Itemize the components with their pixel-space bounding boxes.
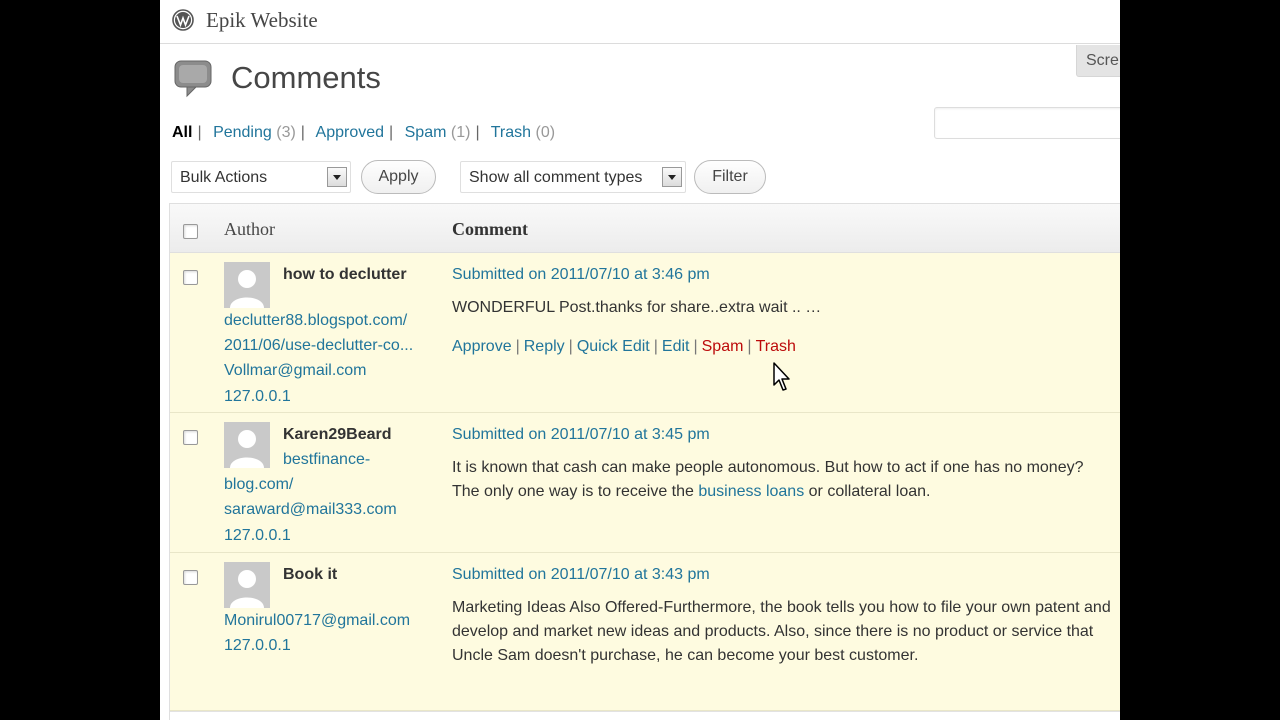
filter-label: Pending bbox=[213, 124, 272, 141]
row-actions: Approve | Reply | Quick Edit | Edit | Spam | Trash bbox=[452, 338, 796, 356]
table-row: how to declutter declutter88.blogspot.co… bbox=[170, 253, 1120, 413]
comments-page-icon bbox=[174, 60, 212, 98]
separator: | bbox=[197, 124, 202, 141]
filter-label: Spam bbox=[404, 124, 447, 141]
separator: | bbox=[653, 338, 658, 355]
author-name[interactable]: how to declutter bbox=[283, 266, 407, 284]
comment-text: WONDERFUL Post.thanks for share..extra w… bbox=[452, 299, 822, 316]
filter-approved[interactable]: Approved bbox=[316, 124, 385, 141]
separator: | bbox=[693, 338, 698, 355]
filter-all[interactable]: All bbox=[172, 124, 192, 141]
edit-link[interactable]: Edit bbox=[662, 338, 690, 355]
filter-spam[interactable]: Spam (1) bbox=[405, 124, 471, 141]
author-ip[interactable]: 127.0.0.1 bbox=[224, 388, 291, 406]
author-url[interactable]: bestfinance- bbox=[283, 451, 370, 469]
author-email[interactable]: Vollmar@gmail.com bbox=[224, 362, 367, 380]
separator: | bbox=[300, 124, 305, 141]
search-input[interactable] bbox=[934, 107, 1120, 139]
trash-link[interactable]: Trash bbox=[756, 338, 796, 355]
site-header: Epik Website bbox=[160, 0, 1120, 44]
mouse-cursor-icon bbox=[773, 362, 790, 391]
comment-text: Marketing Ideas Also Offered-Furthermore… bbox=[452, 599, 1111, 664]
filter-count: (0) bbox=[535, 124, 556, 141]
chevron-down-icon bbox=[327, 167, 347, 187]
filter-pending[interactable]: Pending (3) bbox=[213, 124, 296, 141]
row-checkbox[interactable] bbox=[183, 570, 198, 585]
screen-options-button[interactable]: Scre bbox=[1076, 45, 1120, 77]
avatar bbox=[224, 422, 270, 468]
bulk-actions-label: Bulk Actions bbox=[180, 169, 268, 186]
author-ip[interactable]: 127.0.0.1 bbox=[224, 637, 291, 655]
screen: Epik Website Scre Comments All | Pending … bbox=[160, 0, 1120, 720]
author-name[interactable]: Book it bbox=[283, 566, 337, 584]
select-all-checkbox[interactable] bbox=[183, 224, 198, 239]
submitted-date[interactable]: Submitted on 2011/07/10 at 3:45 pm bbox=[452, 426, 710, 444]
comment-text-part: or collateral loan. bbox=[804, 483, 931, 500]
approve-link[interactable]: Approve bbox=[452, 338, 512, 355]
quick-edit-link[interactable]: Quick Edit bbox=[577, 338, 650, 355]
site-title[interactable]: Epik Website bbox=[206, 8, 318, 33]
filter-trash[interactable]: Trash (0) bbox=[491, 124, 555, 141]
comment-type-select[interactable]: Show all comment types bbox=[460, 161, 686, 193]
comment-link[interactable]: business loans bbox=[698, 483, 804, 500]
table-row bbox=[170, 711, 1120, 720]
spam-link[interactable]: Spam bbox=[702, 338, 744, 355]
separator: | bbox=[389, 124, 394, 141]
filter-label: Trash bbox=[490, 124, 532, 141]
row-checkbox[interactable] bbox=[183, 430, 198, 445]
chevron-down-icon bbox=[662, 167, 682, 187]
comment-text: It is known that cash can make people au… bbox=[452, 456, 1092, 504]
wordpress-logo-icon[interactable] bbox=[172, 9, 194, 31]
column-comment: Comment bbox=[452, 219, 528, 239]
comments-table: Author Comment how to declutter declutte… bbox=[169, 203, 1120, 720]
apply-button[interactable]: Apply bbox=[361, 160, 436, 194]
table-header: Author Comment bbox=[170, 203, 1120, 253]
author-ip[interactable]: 127.0.0.1 bbox=[224, 527, 291, 545]
author-url[interactable]: 2011/06/use-declutter-co... bbox=[224, 337, 413, 355]
author-url[interactable]: declutter88.blogspot.com/ bbox=[224, 312, 407, 330]
table-row: Karen29Beard bestfinance- blog.com/ sara… bbox=[170, 413, 1120, 553]
author-email[interactable]: saraward@mail333.com bbox=[224, 501, 397, 519]
filter-count: (3) bbox=[276, 124, 296, 141]
status-filters: All | Pending (3) | Approved | Spam (1) | Tr… bbox=[172, 124, 555, 142]
comment-type-label: Show all comment types bbox=[469, 169, 643, 186]
separator: | bbox=[475, 124, 480, 141]
submitted-date[interactable]: Submitted on 2011/07/10 at 3:43 pm bbox=[452, 566, 710, 584]
author-email[interactable]: Monirul00717@gmail.com bbox=[224, 612, 410, 630]
author-url[interactable]: blog.com/ bbox=[224, 476, 293, 494]
reply-link[interactable]: Reply bbox=[524, 338, 565, 355]
table-row: Book it Monirul00717@gmail.com 127.0.0.1… bbox=[170, 553, 1120, 711]
filter-button[interactable]: Filter bbox=[694, 160, 766, 194]
page-title: Comments bbox=[231, 60, 381, 95]
row-checkbox[interactable] bbox=[183, 270, 198, 285]
avatar bbox=[224, 562, 270, 608]
submitted-date[interactable]: Submitted on 2011/07/10 at 3:46 pm bbox=[452, 266, 710, 284]
separator: | bbox=[747, 338, 752, 355]
separator: | bbox=[515, 338, 520, 355]
bulk-actions-select[interactable]: Bulk Actions bbox=[171, 161, 351, 193]
separator: | bbox=[568, 338, 573, 355]
author-name[interactable]: Karen29Beard bbox=[283, 426, 392, 444]
column-author[interactable]: Author bbox=[224, 219, 275, 240]
avatar bbox=[224, 262, 270, 308]
filter-count: (1) bbox=[450, 124, 471, 141]
